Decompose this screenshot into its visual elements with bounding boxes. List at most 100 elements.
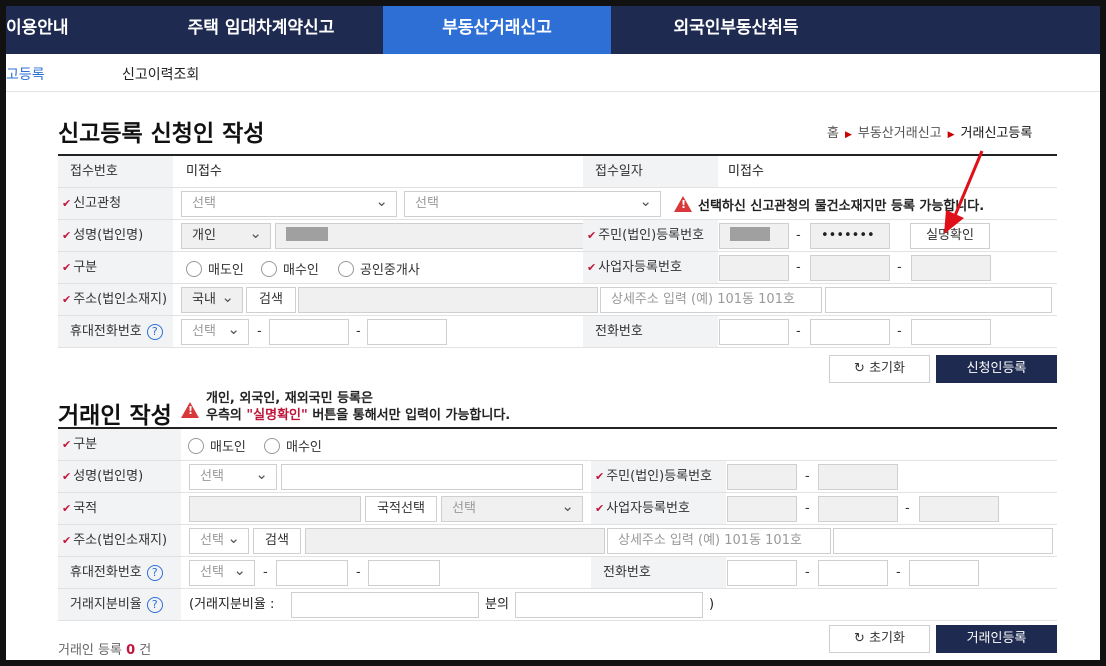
trader-name-type-select[interactable]: 선택	[189, 462, 277, 490]
dash: -	[796, 228, 801, 243]
dash: -	[796, 324, 801, 339]
breadcrumb-home[interactable]: 홈	[827, 126, 839, 141]
office-warning-text: 선택하신 신고관청의 물건소재지만 등록 가능합니다.	[698, 199, 985, 214]
tab-housing-lease[interactable]: 주택 임대차계약신고	[156, 6, 366, 54]
trader-resident-front[interactable]	[727, 464, 797, 490]
applicant-section-title: 신고등록 신청인 작성	[58, 121, 265, 147]
dash: -	[897, 260, 902, 275]
applicant-reset-button[interactable]: ↻ 초기화	[829, 355, 930, 383]
biz-no-3[interactable]	[911, 255, 991, 281]
address-detail-input[interactable]: 상세주소 입력 (예) 101동 101호	[600, 287, 822, 313]
trader-address-detail-input[interactable]: 상세주소 입력 (예) 101동 101호	[607, 528, 831, 554]
trader-row-phone: 휴대전화번호? 선택 - - 전화번호 - -	[58, 557, 1057, 589]
trader-name-label: 성명(법인명)	[73, 469, 144, 484]
trader-mobile-select[interactable]: 선택	[189, 558, 255, 586]
trader-address-select[interactable]: 선택	[189, 526, 249, 554]
dash: -	[805, 565, 810, 580]
trader-radio-seller[interactable]: 매도인	[188, 436, 246, 455]
nationality-label-cell: ✔ 국적	[58, 493, 181, 524]
name-input[interactable]	[275, 223, 590, 249]
mobile-mid-input[interactable]	[269, 319, 349, 345]
verify-name-button[interactable]: 실명확인	[910, 223, 990, 249]
trader-phone-2[interactable]	[818, 560, 888, 586]
breadcrumb-section[interactable]: 부동산거래신고	[858, 126, 942, 141]
nationality-input[interactable]	[189, 496, 361, 522]
trader-address-label-cell: ✔ 주소(법인소재지)	[58, 525, 181, 556]
mobile-last-input[interactable]	[367, 319, 447, 345]
trader-mobile-label: 휴대전화번호	[70, 565, 142, 580]
biz-no-1[interactable]	[719, 255, 789, 281]
office-select-1[interactable]: 선택	[181, 189, 397, 217]
tab-guide[interactable]: 이용안내	[6, 6, 90, 54]
subtab-history[interactable]: 신고이력조회	[122, 64, 199, 84]
row-category: ✔ 구분 매도인 매수인 공인중개사 ✔ 사업자등록번호 - -	[58, 252, 1057, 284]
resident-no-label: 주민(법인)등록번호	[598, 228, 705, 243]
tab-real-estate-trade[interactable]: 부동산거래신고	[383, 6, 611, 54]
phone-2[interactable]	[810, 319, 890, 345]
trader-resident-back[interactable]	[818, 464, 898, 490]
trader-phone-3[interactable]	[909, 560, 979, 586]
category-label: 구분	[73, 260, 98, 275]
biz-no-label-cell: ✔ 사업자등록번호	[583, 252, 718, 283]
trader-name-input[interactable]	[281, 464, 583, 490]
trader-address-input[interactable]	[305, 528, 605, 554]
address-country-select[interactable]: 국내	[181, 285, 243, 313]
ratio-close: )	[709, 597, 715, 612]
phone-1[interactable]	[719, 319, 789, 345]
required-check-icon: ✔	[62, 229, 72, 242]
ratio-label: 거래지분비율	[70, 597, 142, 612]
trader-biz-1[interactable]	[727, 496, 797, 522]
resident-no-back[interactable]: •••••••	[810, 223, 890, 249]
help-icon[interactable]: ?	[146, 597, 163, 613]
breadcrumb-current: 거래신고등록	[960, 126, 1033, 141]
ratio-denominator-input[interactable]	[291, 592, 479, 618]
trader-register-button[interactable]: 거래인등록	[936, 625, 1057, 653]
required-check-icon: ✔	[62, 534, 72, 547]
row-office: ✔신고관청 선택 선택 선택하신 신고관청의 물건소재지만 등록 가능합니다.	[58, 188, 1057, 220]
applicant-register-button[interactable]: 신청인등록	[936, 355, 1057, 383]
radio-seller[interactable]: 매도인	[186, 259, 244, 278]
office-label-cell: ✔ 신고관청	[58, 188, 173, 219]
trader-address-extra-input[interactable]	[833, 528, 1053, 554]
nationality-select[interactable]: 선택	[441, 494, 583, 522]
trader-count: 거래인 등록 0 건	[58, 643, 152, 658]
trader-notice-line1: 개인, 외국인, 재외국민 등록은	[206, 391, 373, 406]
subtab-register[interactable]: 고등록	[6, 64, 45, 84]
trader-biz-2[interactable]	[818, 496, 898, 522]
help-icon[interactable]: ?	[146, 565, 163, 581]
phone-3[interactable]	[911, 319, 991, 345]
trader-mobile-last[interactable]	[368, 560, 440, 586]
nationality-select-button[interactable]: 국적선택	[365, 496, 437, 522]
reset-icon: ↻	[854, 631, 870, 646]
ratio-numerator-input[interactable]	[515, 592, 703, 618]
name-type-select[interactable]: 개인	[181, 221, 271, 249]
trader-mobile-mid[interactable]	[276, 560, 348, 586]
warning-icon	[181, 402, 199, 418]
trader-radio-buyer[interactable]: 매수인	[264, 436, 322, 455]
office-select-2[interactable]: 선택	[404, 189, 661, 217]
resident-no-front[interactable]	[719, 223, 789, 249]
biz-no-label: 사업자등록번호	[598, 260, 682, 275]
help-icon[interactable]: ?	[146, 324, 163, 340]
trader-address-search-button[interactable]: 검색	[253, 528, 301, 554]
category-label-cell: ✔ 구분	[58, 252, 173, 283]
trader-biz-3[interactable]	[919, 496, 999, 522]
dash: -	[905, 501, 910, 516]
radio-broker[interactable]: 공인중개사	[338, 259, 420, 278]
warning-icon	[674, 196, 692, 212]
trader-biz-label-cell: ✔ 사업자등록번호	[591, 493, 726, 524]
tab-foreigner-acquisition[interactable]: 외국인부동산취득	[626, 6, 846, 54]
trader-phone-1[interactable]	[727, 560, 797, 586]
receipt-no-value: 미접수	[186, 164, 222, 179]
biz-no-2[interactable]	[810, 255, 890, 281]
receipt-date-value: 미접수	[728, 164, 764, 179]
address-input[interactable]	[298, 287, 598, 313]
radio-buyer[interactable]: 매수인	[261, 259, 319, 278]
address-search-button[interactable]: 검색	[246, 287, 296, 313]
row-receipt: 접수번호 미접수 접수일자 미접수	[58, 156, 1057, 188]
trader-reset-button[interactable]: ↻ 초기화	[829, 625, 930, 653]
breadcrumb-arrow-icon: ▶	[947, 130, 955, 140]
mobile-prefix-select[interactable]: 선택	[181, 317, 249, 345]
address-extra-input[interactable]	[825, 287, 1052, 313]
trader-resident-label: 주민(법인)등록번호	[606, 469, 713, 484]
